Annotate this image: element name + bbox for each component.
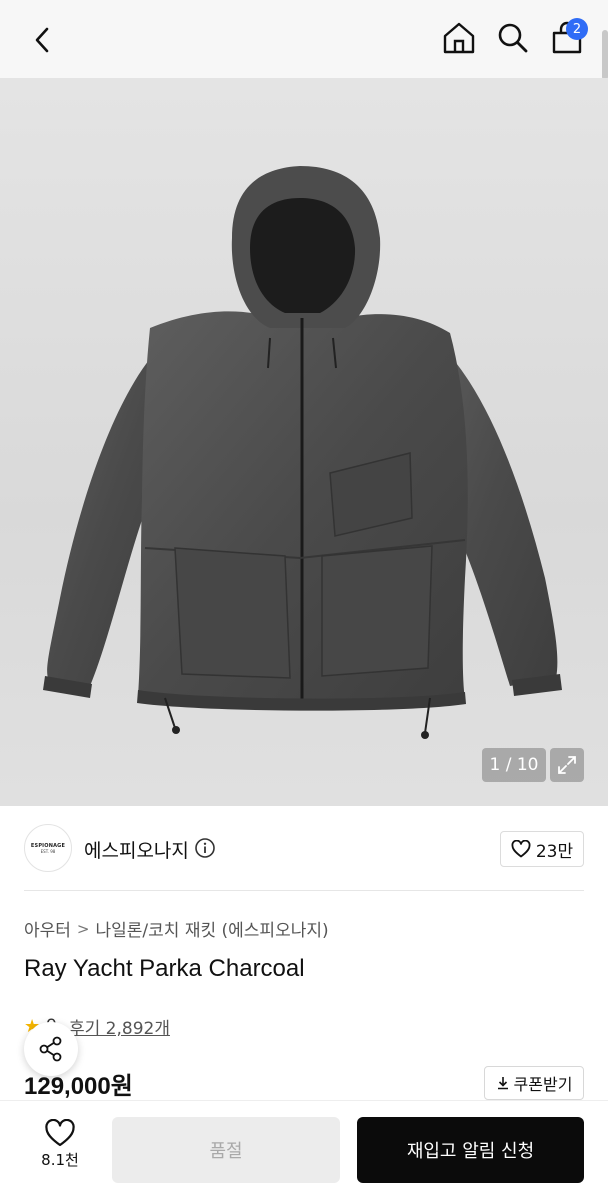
product-photo [43, 166, 562, 739]
expand-image-button[interactable] [550, 748, 584, 782]
info-icon[interactable] [194, 837, 216, 859]
restock-alert-button[interactable]: 재입고 알림 신청 [357, 1117, 584, 1183]
home-icon [443, 22, 475, 54]
coupon-label: 쿠폰받기 [513, 1075, 573, 1094]
search-button[interactable] [496, 18, 530, 58]
brand-logo[interactable]: ESPIONAGE EST. 98 [24, 824, 72, 872]
cart-count-badge: 2 [566, 18, 588, 40]
reviews-link[interactable]: 후기 2,892개 [69, 1014, 170, 1039]
heart-icon [511, 840, 531, 858]
bottom-action-bar: 8.1천 품절 재입고 알림 신청 [0, 1100, 608, 1200]
home-button[interactable] [442, 18, 476, 58]
product-price: 129,000원 [24, 1073, 133, 1100]
product-image-gallery[interactable] [0, 78, 608, 806]
divider [24, 890, 584, 891]
brand-like-button[interactable]: 23만 [500, 831, 584, 867]
coupon-button[interactable]: 쿠폰받기 [484, 1066, 584, 1100]
cart-button[interactable]: 2 [550, 18, 588, 58]
brand-logo-line2: EST. 98 [40, 848, 56, 854]
brand-like-count: 23만 [535, 841, 574, 862]
top-navigation-bar: 2 [0, 0, 608, 80]
download-icon [497, 1077, 508, 1090]
chevron-left-icon [35, 27, 49, 53]
breadcrumb-item-outer[interactable]: 아우터 [24, 916, 71, 941]
brand-row: ESPIONAGE EST. 98 에스피오나지 23만 [24, 824, 584, 874]
search-icon [498, 23, 528, 53]
brand-name[interactable]: 에스피오나지 [84, 836, 189, 863]
scrollbar-thumb[interactable] [602, 30, 608, 80]
wishlist-count: 8.1천 [41, 1151, 79, 1169]
image-counter: 1 / 10 [482, 748, 546, 782]
breadcrumb-item-category[interactable]: 나일론/코치 재킷 (에스피오나지) [96, 916, 329, 941]
back-button[interactable] [24, 20, 60, 60]
product-title: Ray Yacht Parka Charcoal [24, 955, 305, 982]
breadcrumb: 아우터 > 나일론/코치 재킷 (에스피오나지) [24, 916, 329, 942]
expand-icon [558, 756, 576, 774]
breadcrumb-separator: > [76, 919, 90, 938]
wishlist-button[interactable]: 8.1천 [30, 1119, 90, 1170]
heart-icon [45, 1119, 75, 1147]
share-icon [39, 1036, 62, 1062]
soldout-button[interactable]: 품절 [112, 1117, 340, 1183]
